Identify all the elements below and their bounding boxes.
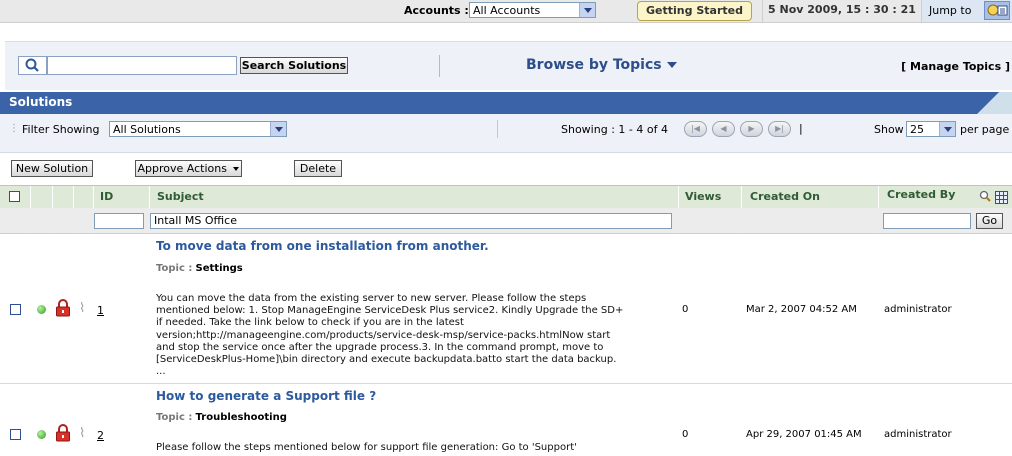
accounts-select-value: All Accounts <box>473 4 541 17</box>
getting-started-button[interactable]: Getting Started <box>637 1 752 21</box>
topic-value: Settings <box>195 263 243 274</box>
lock-icon <box>55 299 71 317</box>
topic-key: Topic : <box>156 412 193 423</box>
subject-filter-input[interactable]: Intall MS Office <box>150 213 672 229</box>
header-attachment <box>74 186 94 208</box>
filter-select-value: All Solutions <box>113 123 181 136</box>
solution-id-link[interactable]: 2 <box>97 429 104 442</box>
accounts-select[interactable]: All Accounts <box>469 2 596 18</box>
search-input[interactable] <box>47 56 237 75</box>
section-title: Solutions <box>9 95 73 109</box>
grip-icon: ⋮ <box>9 123 19 134</box>
created-on: Apr 29, 2007 01:45 AM <box>746 429 862 440</box>
chevron-down-icon <box>939 122 955 136</box>
created-on: Mar 2, 2007 04:52 AM <box>746 304 857 315</box>
solution-description: Please follow the steps mentioned below … <box>156 442 577 453</box>
first-page-icon[interactable]: |◀ <box>684 121 707 137</box>
new-solution-button[interactable]: New Solution <box>11 160 93 177</box>
jump-to-label: Jump to <box>929 4 972 17</box>
filter-label: Filter Showing <box>22 123 100 136</box>
column-filter-row: Intall MS Office Go <box>0 208 1012 234</box>
go-button[interactable]: Go <box>976 213 1003 229</box>
table-row[interactable]: ⌇ 1 To move data from one installation f… <box>0 234 1012 384</box>
caret-down-icon <box>666 62 677 68</box>
chevron-down-icon <box>579 3 595 17</box>
created-by-filter-input[interactable] <box>883 213 971 229</box>
search-area: Search Solutions Browse by Topics [ Mana… <box>5 41 1012 90</box>
select-all-checkbox[interactable] <box>9 191 20 202</box>
divider: | <box>799 122 803 135</box>
search-icon[interactable] <box>18 56 47 75</box>
jump-to-button[interactable]: Jump to <box>921 0 1012 22</box>
approve-actions-label: Approve Actions <box>137 162 227 175</box>
per-page-label: per page <box>960 123 1010 136</box>
header-created-by: Created By <box>879 186 1012 208</box>
topic-value: Troubleshooting <box>195 412 287 423</box>
page-size-select[interactable]: 25 <box>906 121 956 137</box>
divider <box>439 55 440 77</box>
table-row[interactable]: ⌇ 2 How to generate a Support file ? Top… <box>0 384 1012 456</box>
next-page-icon[interactable]: ▶ <box>740 121 763 137</box>
filter-bar: ⋮ Filter Showing All Solutions Showing :… <box>0 114 1012 153</box>
browse-by-topics-menu[interactable]: Browse by Topics <box>526 57 677 73</box>
created-by: administrator <box>884 429 952 440</box>
approved-status-icon <box>37 305 46 314</box>
solution-description: You can move the data from the existing … <box>156 293 624 378</box>
solution-title-link[interactable]: How to generate a Support file ? <box>156 389 376 403</box>
chevron-down-icon <box>270 122 286 136</box>
last-page-icon[interactable]: ▶| <box>768 121 791 137</box>
delete-button[interactable]: Delete <box>294 160 342 177</box>
show-label: Show <box>874 123 904 136</box>
header-created-by-label[interactable]: Created By <box>887 188 955 201</box>
solution-title-link[interactable]: To move data from one installation from … <box>156 239 489 253</box>
id-filter-input[interactable] <box>94 213 144 229</box>
approve-actions-button[interactable]: Approve Actions <box>135 160 242 177</box>
filter-select[interactable]: All Solutions <box>109 121 287 137</box>
lock-icon <box>55 424 71 442</box>
accounts-label: Accounts : <box>404 4 469 17</box>
approved-status-icon <box>37 430 46 439</box>
attachment-icon: ⌇ <box>79 301 86 316</box>
header-lock <box>53 186 74 208</box>
manage-topics-link[interactable]: [ Manage Topics ] <box>901 60 1010 73</box>
views-count: 0 <box>682 429 689 440</box>
divider <box>497 120 498 138</box>
topic-line: Topic : Troubleshooting <box>156 412 287 423</box>
topic-line: Topic : Settings <box>156 263 243 274</box>
prev-page-icon[interactable]: ◀ <box>712 121 735 137</box>
header-id[interactable]: ID <box>94 186 150 208</box>
band-corner-decoration <box>970 92 1012 114</box>
table-header: ID Subject Views Created On Created By <box>0 185 1012 209</box>
top-bar: Accounts : All Accounts Getting Started … <box>0 0 1012 23</box>
select-all-cell <box>0 186 31 208</box>
solution-id-link[interactable]: 1 <box>97 304 104 317</box>
header-created-on[interactable]: Created On <box>742 186 879 208</box>
created-by: administrator <box>884 304 952 315</box>
row-checkbox[interactable] <box>10 304 21 315</box>
header-status <box>31 186 53 208</box>
showing-count: Showing : 1 - 4 of 4 <box>561 123 668 136</box>
search-solutions-button[interactable]: Search Solutions <box>240 57 348 74</box>
section-header: Solutions <box>0 92 1012 114</box>
jump-to-icon <box>984 1 1010 20</box>
caret-down-icon <box>233 167 240 171</box>
header-subject[interactable]: Subject <box>150 186 679 208</box>
browse-by-topics-label: Browse by Topics <box>526 57 662 73</box>
views-count: 0 <box>682 304 689 315</box>
row-checkbox[interactable] <box>10 429 21 440</box>
page-size-value: 25 <box>910 123 924 136</box>
header-views[interactable]: Views <box>679 186 742 208</box>
current-datetime: 5 Nov 2009, 15 : 30 : 21 <box>762 0 921 22</box>
topic-key: Topic : <box>156 263 193 274</box>
attachment-icon: ⌇ <box>79 426 86 441</box>
